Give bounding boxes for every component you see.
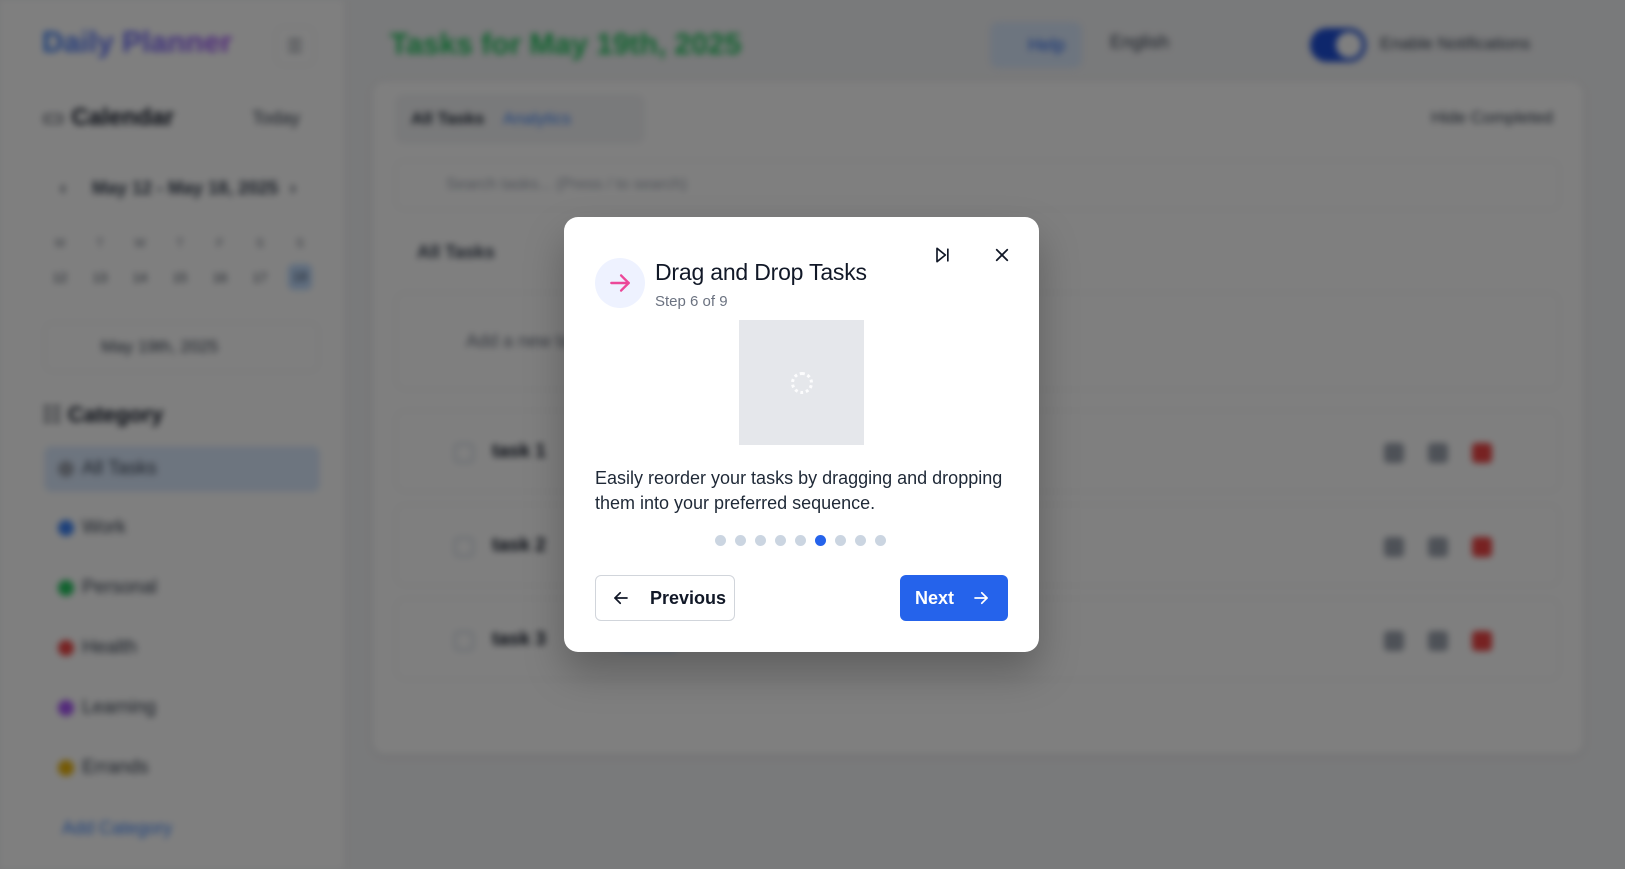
- arrow-left-icon: [614, 591, 628, 605]
- step-progress-dots: [715, 535, 886, 547]
- tour-preview-image: [739, 320, 864, 445]
- progress-dot[interactable]: [715, 535, 726, 546]
- arrow-right-icon: [595, 258, 645, 308]
- loading-spinner-icon: [790, 371, 813, 394]
- progress-dot[interactable]: [795, 535, 806, 546]
- next-button[interactable]: Next: [900, 575, 1008, 621]
- progress-dot[interactable]: [835, 535, 846, 546]
- arrow-right-icon: [974, 591, 988, 605]
- progress-dot[interactable]: [775, 535, 786, 546]
- progress-dot[interactable]: [755, 535, 766, 546]
- close-icon: [995, 248, 1009, 262]
- progress-dot[interactable]: [855, 535, 866, 546]
- next-button-label: Next: [915, 587, 955, 608]
- progress-dot-active[interactable]: [815, 535, 826, 546]
- tour-step-description: Easily reorder your tasks by dragging an…: [595, 468, 1003, 513]
- progress-dot[interactable]: [875, 535, 886, 546]
- previous-button[interactable]: Previous: [595, 575, 735, 621]
- skip-tour-button[interactable]: [929, 242, 955, 268]
- tour-step-title: Drag and Drop Tasks: [655, 259, 867, 285]
- onboarding-tour-dialog: Drag and Drop Tasks Step 6 of 9 Easily r…: [564, 217, 1039, 652]
- skip-forward-icon: [936, 247, 949, 263]
- close-button[interactable]: [989, 242, 1015, 268]
- progress-dot[interactable]: [735, 535, 746, 546]
- tour-step-counter: Step 6 of 9: [655, 293, 728, 310]
- previous-button-label: Previous: [650, 587, 727, 608]
